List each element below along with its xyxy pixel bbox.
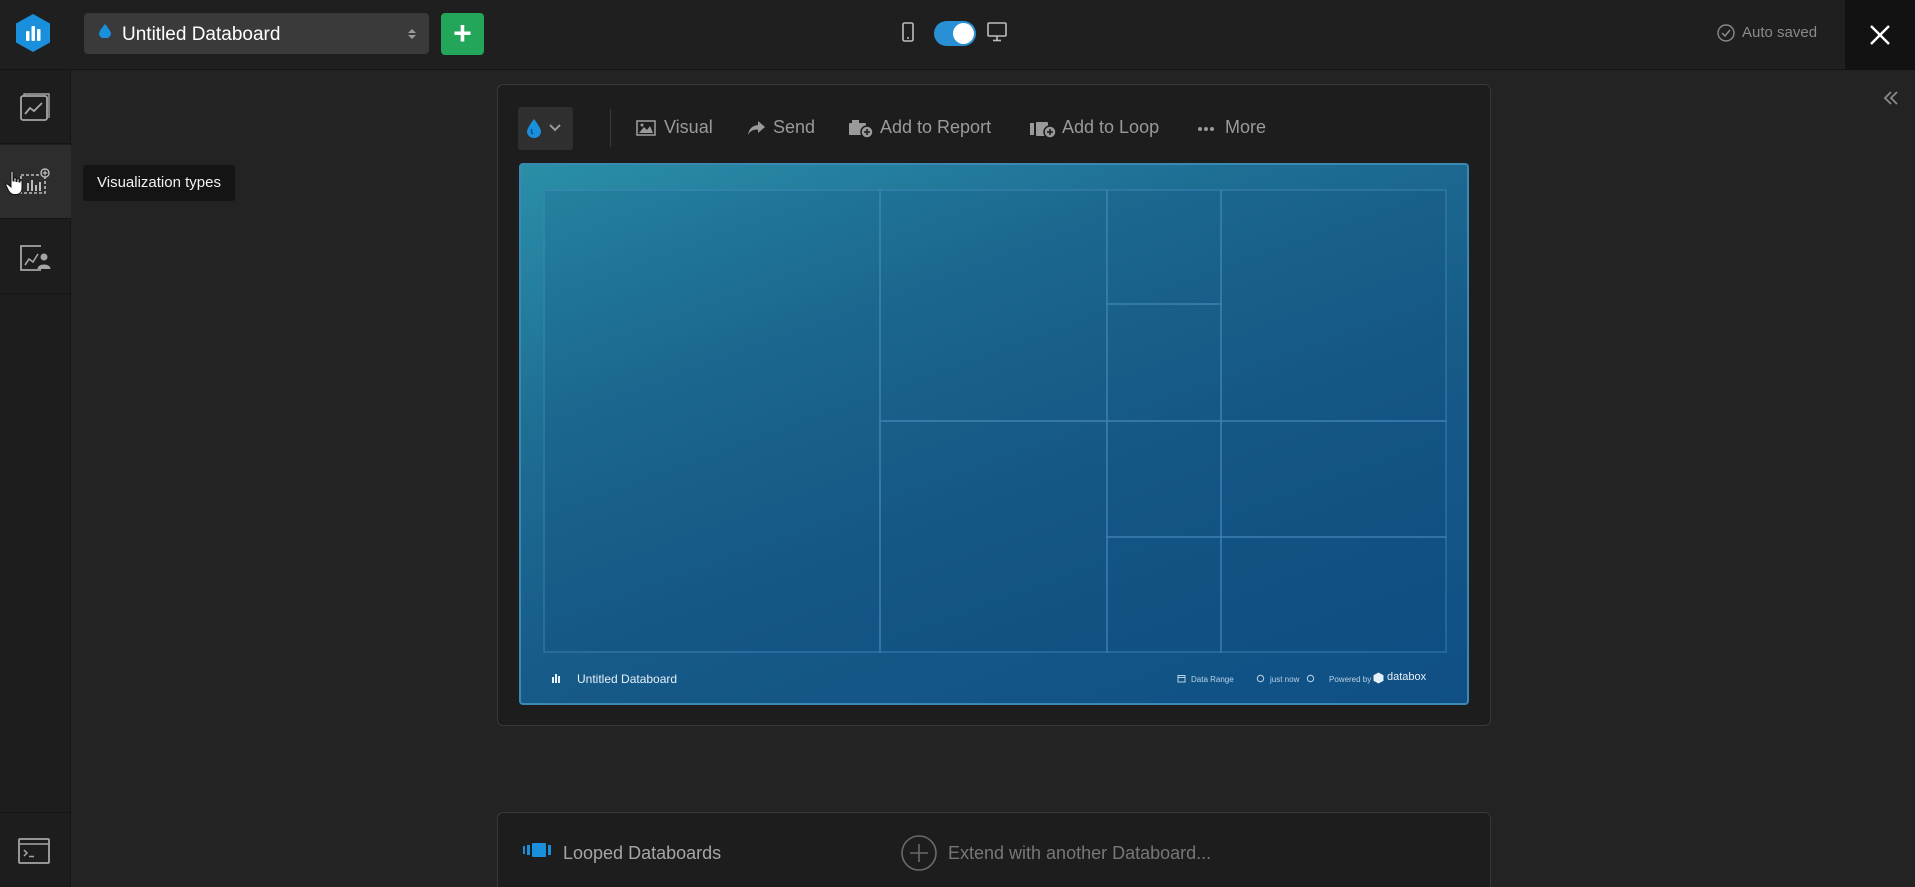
databox-mini-logo-icon [552, 674, 560, 683]
datablock-slot[interactable] [1106, 189, 1222, 305]
chart-stack-icon [20, 93, 50, 121]
datablock-slot[interactable] [879, 189, 1108, 422]
datablock-slot[interactable] [1220, 420, 1447, 538]
select-arrows-icon [407, 25, 417, 43]
datablock-grid [543, 189, 1447, 653]
top-bar: Untitled Databoard + Auto saved [0, 0, 1915, 70]
add-to-loop-button[interactable]: Add to Loop [1029, 115, 1169, 143]
more-button[interactable]: More [1197, 115, 1277, 143]
date-range-label: Data Range [1191, 675, 1234, 684]
add-circle-icon[interactable] [900, 834, 938, 872]
autosave-status: Auto saved [1716, 22, 1826, 44]
user-chart-icon [20, 245, 51, 271]
datablock-slot[interactable] [543, 189, 881, 653]
datablock-slot[interactable] [1220, 189, 1447, 422]
add-databoard-button[interactable]: + [441, 13, 484, 55]
looped-databoards-title: Looped Databoards [563, 843, 722, 863]
mobile-icon[interactable] [900, 22, 916, 44]
theme-dropdown-button[interactable] [518, 107, 573, 150]
drop-chevron-icon [527, 119, 561, 138]
drop-icon [99, 24, 111, 39]
sidebar-item-datablocks[interactable] [0, 70, 71, 144]
powered-by-label: Powered by [1329, 675, 1372, 684]
info-icon [1306, 674, 1315, 683]
databoard-preview[interactable]: Untitled Databoard Data Range just now P… [519, 163, 1469, 705]
datablock-slot[interactable] [1106, 536, 1222, 653]
more-label: More [1225, 117, 1267, 137]
updated-label: just now [1270, 675, 1300, 684]
visualization-types-tooltip: Visualization types [83, 165, 235, 201]
databox-brand-icon [1373, 672, 1384, 684]
databox-logo-icon[interactable] [15, 13, 51, 53]
databoard-toolbar: Visual Send Add to Report Add to Loop Mo… [518, 107, 1468, 153]
databox-brand-label: databox [1387, 671, 1427, 683]
refresh-icon [1256, 674, 1265, 683]
sidebar-item-console[interactable] [0, 812, 71, 887]
add-to-report-button[interactable]: Add to Report [848, 115, 998, 143]
collapse-panel-icon[interactable] [1882, 89, 1900, 107]
visual-button[interactable]: Visual [636, 115, 716, 143]
preview-databoard-name: Untitled Databoard [577, 672, 678, 686]
toolbar-separator [610, 109, 611, 147]
datablock-slot[interactable] [879, 420, 1108, 653]
databoard-card: Visual Send Add to Report Add to Loop Mo… [497, 84, 1491, 726]
send-label: Send [773, 117, 816, 137]
loop-stack-icon [523, 843, 551, 857]
looped-databoards-panel: Looped Databoards Extend with another Da… [497, 812, 1491, 887]
databoard-selector[interactable]: Untitled Databoard [84, 13, 429, 54]
preview-footer: Untitled Databoard Data Range just now P… [521, 657, 1467, 703]
databoard-name: Untitled Databoard [122, 24, 281, 45]
extend-databoard-link[interactable]: Extend with another Databoard... [948, 843, 1211, 864]
terminal-icon [18, 838, 50, 864]
check-circle-icon [1717, 24, 1735, 42]
share-arrow-icon [748, 121, 765, 135]
report-add-icon [849, 120, 874, 139]
device-toggle-switch[interactable] [934, 21, 976, 46]
sidebar-item-user-metrics[interactable] [0, 220, 71, 294]
visual-label: Visual [664, 117, 713, 137]
calendar-icon [1177, 675, 1186, 683]
loop-add-icon [1030, 122, 1057, 139]
add-to-report-label: Add to Report [880, 117, 992, 137]
send-button[interactable]: Send [747, 115, 817, 143]
close-button[interactable] [1845, 0, 1915, 70]
close-icon [1870, 25, 1890, 45]
datablock-slot[interactable] [1106, 303, 1222, 422]
add-to-loop-label: Add to Loop [1062, 117, 1160, 137]
more-dots-icon [1198, 127, 1214, 131]
autosave-label: Auto saved [1742, 24, 1818, 41]
datablock-slot[interactable] [1106, 420, 1222, 538]
toggle-knob [953, 23, 974, 44]
view-mode-toggle [900, 18, 1010, 48]
hand-cursor-icon [5, 170, 23, 195]
datablock-slot[interactable] [1220, 536, 1447, 653]
desktop-icon[interactable] [986, 21, 1008, 43]
image-icon [636, 120, 656, 136]
